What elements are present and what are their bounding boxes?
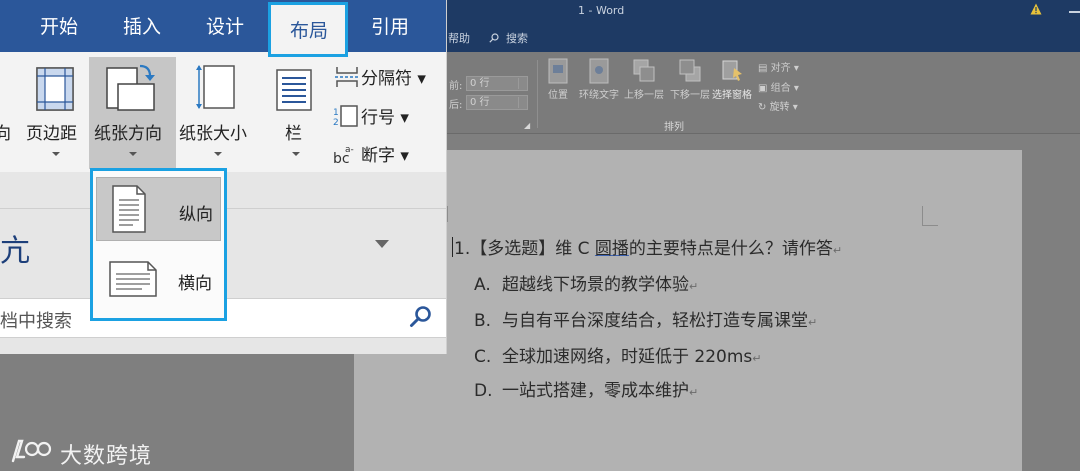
wrap-text-icon [589, 58, 609, 84]
tab-layout[interactable]: 布局 [268, 2, 348, 57]
navigation-heading-fragment: 亢 [0, 234, 30, 269]
text-direction-button-partial[interactable]: 向 [0, 119, 11, 144]
warning-icon[interactable] [1030, 3, 1042, 15]
portrait-icon [112, 185, 146, 233]
question-line[interactable]: 1.【多选题】维 C 圆播的主要特点是什么？请作答↵ [452, 234, 842, 259]
margin-mark-right [922, 206, 938, 226]
svg-text:2: 2 [333, 118, 339, 127]
paragraph-mark: ↵ [832, 244, 843, 257]
window-title: 1 - Word [578, 4, 625, 17]
tab-design[interactable]: 设计 [206, 12, 244, 39]
line-numbers-icon: 1 2 [333, 105, 358, 128]
search-icon [489, 33, 499, 43]
align-button[interactable]: ▤ 对齐 ▾ [758, 59, 799, 74]
option-a[interactable]: A. 超越线下场景的教学体验↵ [474, 270, 698, 295]
option-d[interactable]: D. 一站式搭建，零成本维护↵ [474, 376, 698, 401]
watermark-logo-icon [11, 439, 52, 463]
send-backward-icon [679, 59, 701, 82]
portrait-label: 纵向 [179, 205, 213, 225]
bring-forward-icon [633, 59, 655, 82]
selection-pane-button[interactable]: 选择窗格 [711, 58, 753, 101]
orientation-menu: 纵向 横向 [90, 168, 227, 321]
option-b[interactable]: B. 与自有平台深度结合，轻松打造专属课堂↵ [474, 306, 817, 331]
dialog-launcher-icon[interactable]: ◢ [524, 121, 530, 130]
wrap-text-button[interactable]: 环绕文字 [578, 58, 620, 101]
hyphenation-button[interactable]: bc a- 断字 ▾ [333, 141, 409, 167]
text-cursor [452, 237, 453, 257]
search-icon[interactable] [409, 305, 433, 329]
size-chevron-icon [214, 152, 222, 156]
group-button[interactable]: ▣ 组合 ▾ [758, 79, 799, 94]
orientation-chevron-icon [129, 152, 137, 156]
option-c[interactable]: C. 全球加速网络，时延低于 220ms↵ [474, 342, 762, 367]
watermark-text: 大数跨境 [60, 444, 153, 469]
orientation-button[interactable]: 纸张方向 [94, 119, 162, 144]
margins-icon [36, 67, 74, 111]
size-icon [196, 65, 235, 109]
tell-me-search[interactable]: 搜索 [506, 30, 528, 46]
orientation-landscape-item[interactable]: 横向 [96, 247, 221, 311]
breaks-button[interactable]: 分隔符 ▾ [333, 64, 426, 89]
line-numbers-button[interactable]: 1 2 行号 ▾ [333, 103, 409, 128]
arrange-group-label: 排列 [664, 122, 684, 133]
columns-button[interactable]: 栏 [285, 119, 302, 144]
landscape-label: 横向 [178, 274, 212, 294]
margins-button[interactable]: 页边距 [26, 119, 77, 144]
search-placeholder: 档中搜索 [0, 311, 72, 332]
spacing-before-label: 前: [449, 81, 463, 92]
minimize-button[interactable] [1069, 11, 1080, 13]
breaks-icon [335, 67, 359, 87]
orientation-portrait-item[interactable]: 纵向 [96, 177, 221, 241]
tab-home[interactable]: 开始 [40, 12, 78, 39]
svg-text:a-: a- [345, 145, 354, 155]
watermark: 大数跨境 [10, 437, 151, 469]
position-button[interactable]: 位置 [543, 58, 573, 101]
spacing-after-label: 后: [449, 100, 463, 111]
selection-pane-icon [722, 60, 742, 81]
group-separator [537, 60, 538, 128]
margins-chevron-icon [52, 152, 60, 156]
spacing-before-input[interactable]: 0 行 [466, 76, 528, 91]
position-icon [548, 58, 568, 84]
svg-text:1: 1 [333, 108, 339, 118]
tab-references[interactable]: 引用 [371, 12, 409, 39]
zoomed-ribbon-panel: 开始 插入 设计 引用 布局 向 页边距 纸张方向 纸张大小 [0, 0, 447, 354]
tab-insert[interactable]: 插入 [123, 12, 161, 39]
hyphenation-icon: bc a- [333, 145, 354, 167]
orientation-icon [106, 64, 155, 111]
ribbon-tab-bar: 开始 插入 设计 引用 [0, 0, 446, 52]
landscape-icon [109, 261, 157, 297]
columns-chevron-icon [292, 152, 300, 156]
size-button[interactable]: 纸张大小 [179, 119, 247, 144]
columns-icon [276, 69, 312, 111]
bring-forward-button[interactable]: 上移一层 [622, 58, 666, 101]
tab-help[interactable]: 帮助 [448, 30, 470, 46]
send-backward-button[interactable]: 下移一层 [668, 58, 712, 101]
rotate-button[interactable]: ↻ 旋转 ▾ [758, 98, 798, 113]
collapse-chevron-icon[interactable] [375, 240, 389, 248]
spacing-after-input[interactable]: 0 行 [466, 95, 528, 110]
spellcheck-underlined-word: 圆播 [594, 239, 629, 259]
